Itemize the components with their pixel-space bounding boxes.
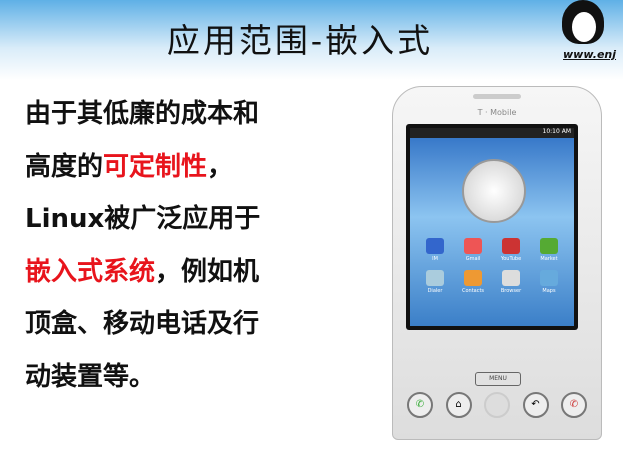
logo-url: www.enj [563,48,617,61]
call-icon: ✆ [407,392,433,418]
slide-title: 应用范围-嵌入式 [166,21,434,60]
phone-buttons: ✆ ⌂ ↶ ✆ [407,392,587,418]
body-line: 高度的可定制性， [25,141,260,194]
clock-icon [462,159,526,223]
phone-image: T · Mobile 10:10 AM IM Gmail YouTube Mar… [392,86,602,440]
body-line: 嵌入式系统，例如机 [25,246,260,299]
body-line: 动装置等。 [25,361,156,392]
highlight-text: 嵌入式系统 [25,256,156,287]
trackball-icon [484,392,510,418]
app-icon: IM [416,238,454,262]
app-icon: Maps [530,270,568,294]
back-icon: ↶ [522,392,549,418]
text: ， [207,151,234,182]
app-icon: YouTube [492,238,530,262]
logo: www.enj [560,0,623,64]
text: ，例如机 [155,256,260,287]
app-icon: Gmail [454,238,492,262]
app-icon: Market [530,238,568,262]
status-bar: 10:10 AM [410,128,574,138]
highlight-text: 可定制性 [103,151,208,182]
slide-body: 由于其低廉的成本和 高度的可定制性， Linux被广泛应用于 嵌入式系统，例如机… [25,88,260,403]
app-icon: Browser [492,270,530,294]
app-icon: Dialer [416,270,454,294]
body-line: 顶盒、移动电话及行 [25,309,260,339]
penguin-icon [562,0,604,44]
home-icon: ⌂ [445,392,472,418]
menu-key: MENU [475,372,521,386]
text: 高度的 [25,151,104,182]
end-call-icon: ✆ [561,392,587,418]
app-icon: Contacts [454,270,492,294]
speaker [473,94,521,99]
phone-screen: 10:10 AM IM Gmail YouTube Market Dialer … [406,124,578,330]
body-line: Linux被广泛应用于 [25,204,261,234]
body-line: 由于其低廉的成本和 [25,99,260,129]
app-grid: IM Gmail YouTube Market Dialer Contacts … [416,238,568,294]
phone-brand: T · Mobile [477,108,517,117]
